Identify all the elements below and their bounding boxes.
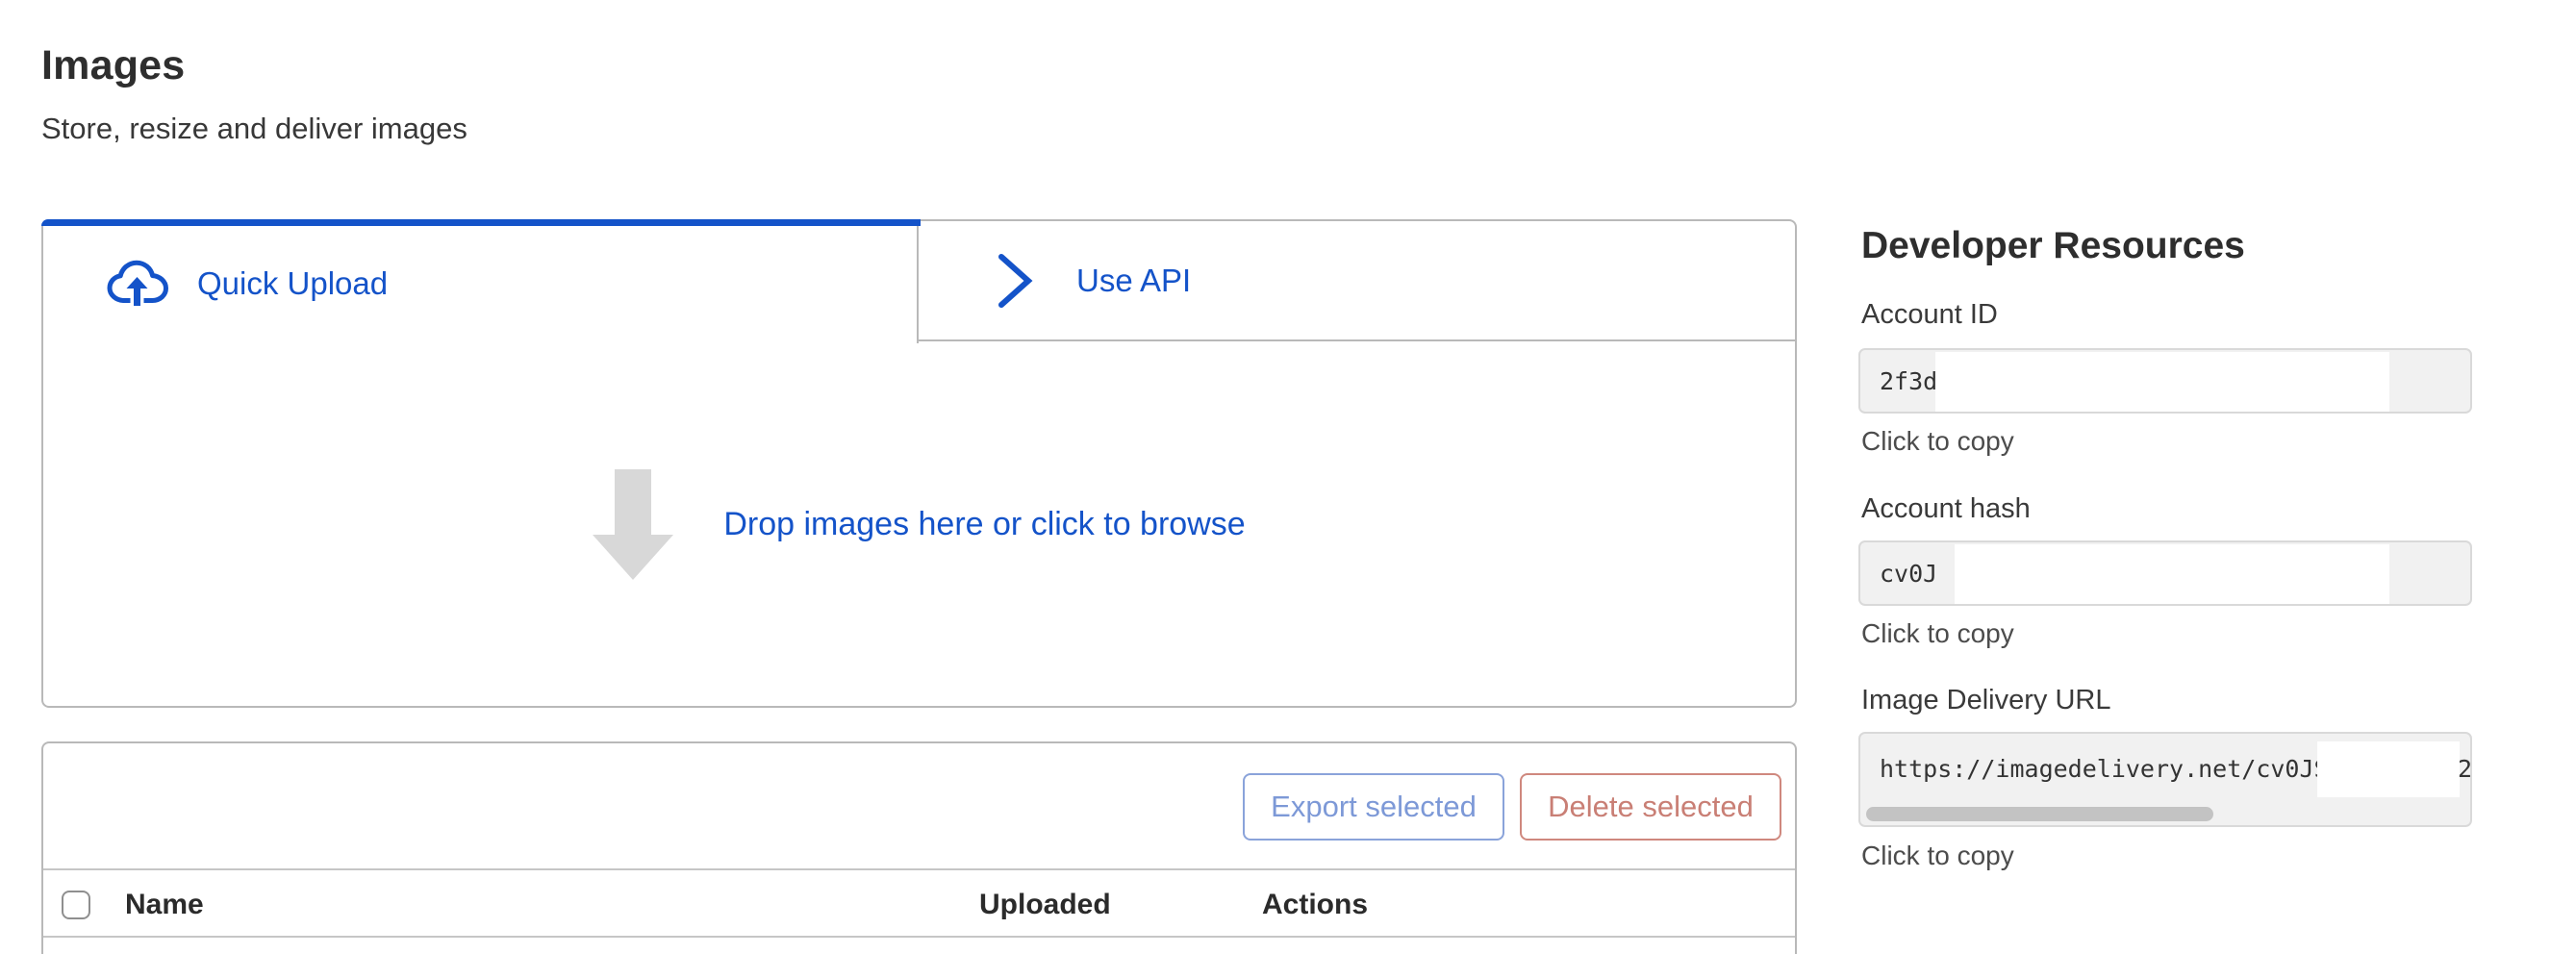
developer-resources-heading: Developer Resources — [1861, 225, 2245, 267]
export-selected-button[interactable]: Export selected — [1243, 773, 1504, 841]
account-id-value: 2f3d — [1880, 367, 1937, 395]
images-table-card: Export selected Delete selected Name Upl… — [41, 741, 1797, 954]
column-header-actions: Actions — [1262, 889, 1368, 921]
cloud-upload-icon — [107, 260, 170, 308]
tab-use-api-label: Use API — [1076, 263, 1191, 299]
account-hash-value-box[interactable]: cv0J — [1858, 540, 2472, 606]
column-header-uploaded: Uploaded — [979, 889, 1111, 921]
account-id-label: Account ID — [1861, 299, 1998, 331]
images-page: Images Store, resize and deliver images … — [0, 0, 2576, 954]
account-id-value-box[interactable]: 2f3d — [1858, 348, 2472, 414]
tab-separator — [917, 219, 919, 343]
tab-use-api[interactable]: Use API — [919, 221, 1795, 341]
horizontal-scrollbar[interactable] — [1866, 807, 2213, 821]
image-delivery-url-copy-hint: Click to copy — [1861, 841, 2014, 871]
dropzone-label: Drop images here or click to browse — [723, 506, 1245, 543]
account-hash-label: Account hash — [1861, 493, 2031, 525]
account-hash-value: cv0J — [1880, 560, 1937, 588]
page-title: Images — [41, 42, 185, 89]
delete-selected-button[interactable]: Delete selected — [1520, 773, 1781, 841]
account-id-copy-hint: Click to copy — [1861, 426, 2014, 457]
table-header-row: Name Uploaded Actions — [43, 868, 1795, 938]
tab-quick-upload[interactable]: Quick Upload — [43, 226, 917, 341]
url-overflow-fragment: 2 — [2458, 755, 2470, 784]
redaction-overlay — [2317, 741, 2460, 797]
image-delivery-url-value-box[interactable]: https://imagedelivery.net/cv0JSj 2 — [1858, 732, 2472, 827]
upload-panel: Quick Upload Use API Drop images here or… — [41, 219, 1797, 708]
image-delivery-url-label: Image Delivery URL — [1861, 685, 2110, 716]
table-toolbar: Export selected Delete selected — [43, 743, 1795, 868]
redaction-overlay — [1935, 352, 2389, 412]
account-hash-copy-hint: Click to copy — [1861, 618, 2014, 649]
image-delivery-url-value: https://imagedelivery.net/cv0JSj — [1880, 755, 2343, 783]
column-header-name: Name — [125, 889, 204, 921]
page-subtitle: Store, resize and deliver images — [41, 112, 467, 146]
tab-quick-upload-label: Quick Upload — [197, 265, 388, 302]
down-arrow-icon — [593, 469, 673, 580]
image-dropzone[interactable]: Drop images here or click to browse — [43, 343, 1795, 706]
active-tab-indicator — [41, 219, 921, 226]
chevron-right-icon — [994, 252, 1036, 310]
redaction-overlay — [1955, 544, 2389, 604]
select-all-checkbox[interactable] — [62, 891, 90, 919]
